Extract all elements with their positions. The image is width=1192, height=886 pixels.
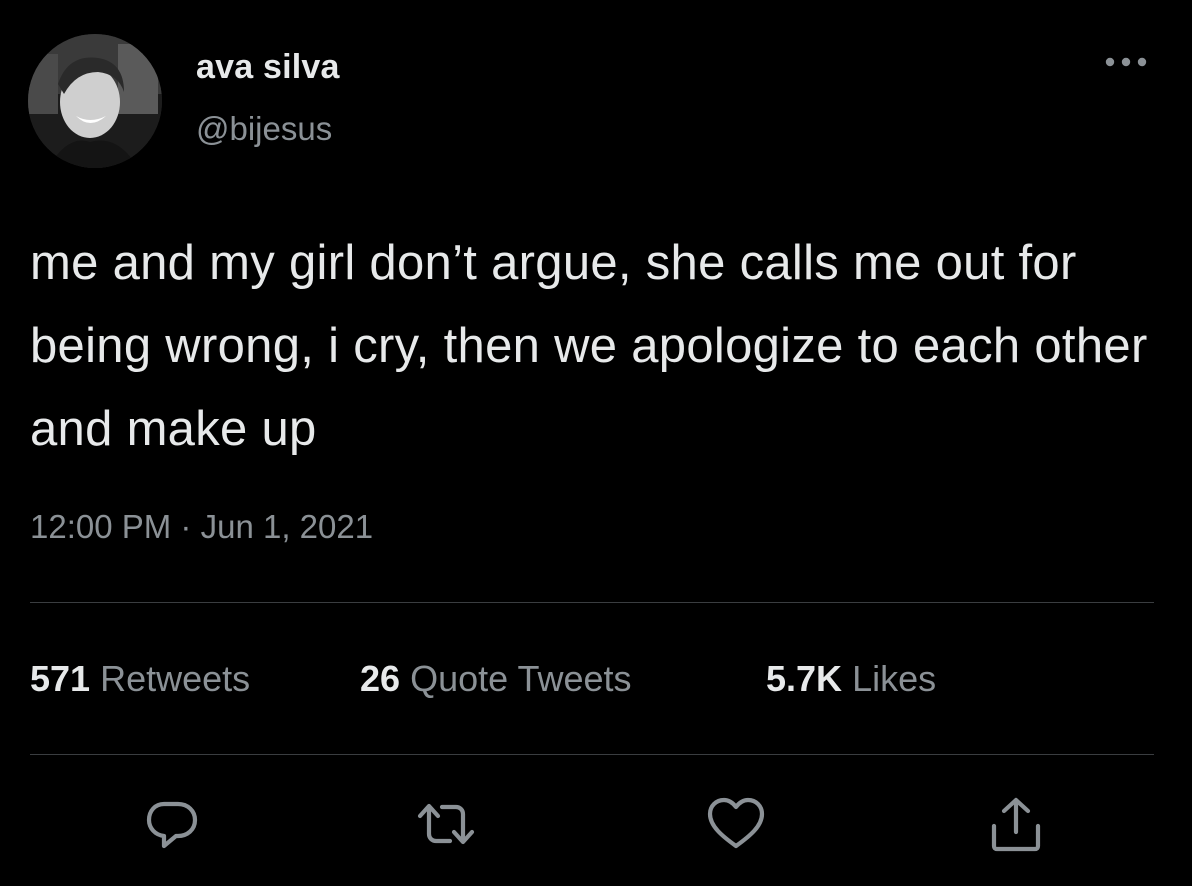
timestamp-separator: · [180,508,192,545]
retweet-button[interactable] [414,792,478,856]
retweets-stat[interactable]: 571 Retweets [30,658,250,700]
divider-bottom [30,754,1154,755]
likes-stat[interactable]: 5.7K Likes [766,658,936,700]
user-handle[interactable]: @bijesus [196,110,332,148]
quote-tweets-count: 26 [360,658,401,699]
share-icon [991,797,1041,852]
share-button[interactable] [984,792,1048,856]
retweet-icon [417,803,475,845]
like-button[interactable] [704,792,768,856]
likes-label: Likes [852,658,937,699]
avatar[interactable] [28,34,162,168]
tweet-card: ava silva @bijesus me and my girl don’t … [0,0,1192,886]
retweets-label: Retweets [100,658,251,699]
reply-icon [146,801,198,849]
timestamp[interactable]: 12:00 PM · Jun 1, 2021 [30,508,373,546]
display-name[interactable]: ava silva [196,48,340,87]
quote-tweets-stat[interactable]: 26 Quote Tweets [360,658,632,700]
divider-top [30,602,1154,603]
heart-icon [707,797,765,849]
retweets-count: 571 [30,658,91,699]
reply-button[interactable] [140,792,204,856]
quote-tweets-label: Quote Tweets [410,658,632,699]
tweet-date: Jun 1, 2021 [200,508,374,545]
tweet-text: me and my girl don’t argue, she calls me… [30,236,1148,456]
tweet-time: 12:00 PM [30,508,172,545]
likes-count: 5.7K [766,658,843,699]
more-icon[interactable] [1100,52,1152,72]
profile-photo-icon [28,34,162,168]
